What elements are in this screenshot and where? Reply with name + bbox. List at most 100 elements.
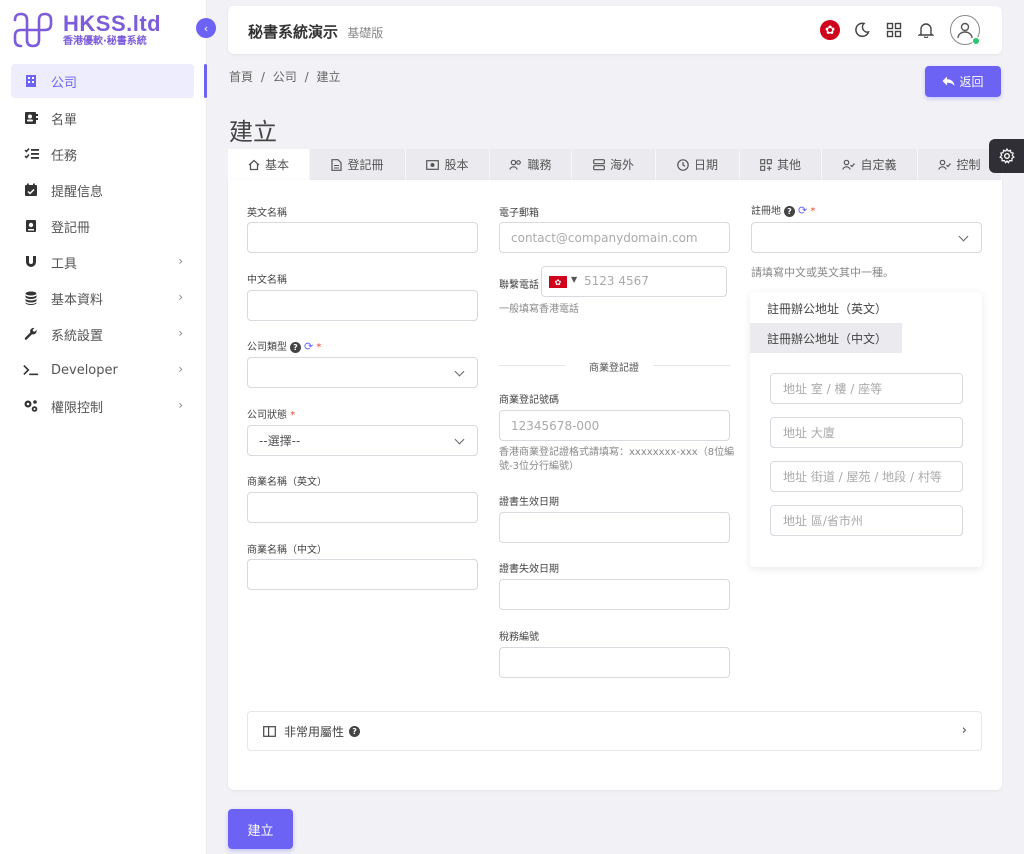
br-hint-line2: 號-3位分行編號） (499, 461, 579, 472)
sidebar-item-register[interactable]: 登記冊 (0, 208, 207, 244)
business-name-en-label: 商業名稱（英文） (247, 477, 327, 488)
business-name-zh-input[interactable] (247, 559, 478, 590)
help-icon[interactable]: ? (290, 341, 301, 353)
reg-hint: 請填寫中文或英文其中一種。 (751, 266, 894, 279)
help-icon[interactable]: ? (349, 725, 361, 737)
tab-label: 日期 (693, 158, 718, 172)
sidebar-item-reminders[interactable]: 提醒信息 (0, 172, 207, 208)
company-type-select[interactable] (247, 357, 478, 388)
sidebar-item-tasks[interactable]: 任務 (0, 136, 207, 172)
sidebar-item-permissions[interactable]: 權限控制 › (0, 388, 207, 424)
chevron-right-icon: › (178, 290, 183, 304)
notifications-button[interactable] (910, 14, 942, 46)
registered-address-panel: 註冊辦公地址（英文） 註冊辦公地址（中文） 地址 室 / 樓 / 座等 地址 大… (750, 292, 982, 567)
br-number-input[interactable]: 12345678-000 (499, 410, 730, 441)
chevron-right-icon: › (178, 254, 183, 268)
chinese-name-label: 中文名稱 (247, 275, 287, 286)
sidebar-item-company[interactable]: 公司 (11, 64, 207, 98)
clock-icon (677, 158, 689, 171)
divider (653, 365, 730, 366)
english-name-input[interactable] (247, 222, 478, 253)
form-tabs: 基本 登記冊 股本 職務 海外 日期 其他 自定義 控制 (228, 149, 1002, 180)
phone-hint: 一般填寫香港電話 (499, 304, 579, 315)
building-icon (23, 73, 39, 89)
panel-icon (263, 725, 276, 737)
addr-street-input[interactable]: 地址 街道 / 屋苑 / 地段 / 村等 (770, 461, 963, 492)
sidebar-item-developer[interactable]: Developer › (0, 352, 207, 388)
sidebar: HKSS.ltd 香港優軟·秘書系統 公司 名單 任務 提醒信息 登記冊 工具 … (0, 0, 207, 854)
apps-grid-button[interactable] (878, 14, 910, 46)
sidebar-item-label: 基本資料 (51, 292, 104, 308)
addr-room-input[interactable]: 地址 室 / 樓 / 座等 (770, 373, 963, 404)
sidebar-item-label: 權限控制 (51, 400, 104, 416)
tab-basic[interactable]: 基本 (228, 149, 310, 180)
tax-number-input[interactable] (499, 647, 730, 678)
language-switch-button[interactable]: ✿ (814, 14, 846, 46)
brand-subtitle: 香港優軟·秘書系統 (63, 35, 147, 47)
tab-register[interactable]: 登記冊 (310, 149, 406, 180)
br-hint-line1: 香港商業登記證格式請填寫：xxxxxxxx-xxx（8位編 (499, 447, 735, 458)
chevron-right-icon: › (961, 723, 967, 738)
create-button[interactable]: 建立 (228, 809, 293, 849)
header-actions: ✿ (814, 14, 980, 46)
business-name-en-input[interactable] (247, 492, 478, 523)
settings-button[interactable] (989, 139, 1024, 173)
document-icon (331, 158, 343, 171)
breadcrumb-separator: / (304, 70, 309, 84)
tab-positions[interactable]: 職務 (490, 149, 572, 180)
addr-tab-english[interactable]: 註冊辦公地址（英文） (750, 293, 902, 323)
database-icon (23, 290, 39, 306)
user-icon (957, 22, 973, 39)
brand-title: HKSS.ltd (63, 10, 162, 36)
addr-district-input[interactable]: 地址 區/省市州 (770, 505, 963, 536)
addr-building-input[interactable]: 地址 大廈 (770, 417, 963, 448)
sidebar-item-label: 工具 (51, 256, 78, 272)
uncommon-properties-toggle[interactable]: 非常用屬性 ? › (247, 711, 982, 751)
refresh-icon[interactable]: ⟳ (304, 340, 313, 353)
chinese-name-input[interactable] (247, 290, 478, 321)
addr-tab-chinese[interactable]: 註冊辦公地址（中文） (750, 323, 902, 353)
register-book-icon (23, 218, 39, 234)
required-mark: * (290, 410, 296, 421)
hk-flag-icon: ✿ (820, 20, 840, 40)
back-button[interactable]: 返回 (925, 66, 1001, 97)
sidebar-item-label: 系統設置 (51, 328, 104, 344)
tab-others[interactable]: 其他 (740, 149, 822, 180)
brand-logo[interactable]: HKSS.ltd 香港優軟·秘書系統 (9, 12, 161, 48)
hk-flag-icon[interactable]: ✿ (549, 276, 567, 288)
sidebar-item-roster[interactable]: 名單 (0, 100, 207, 136)
caret-down-icon[interactable]: ▼ (571, 275, 577, 284)
server-icon (593, 158, 605, 170)
sidebar-item-tools[interactable]: 工具 › (0, 244, 207, 280)
divider (499, 365, 565, 366)
email-label: 電子郵箱 (499, 208, 539, 219)
cert-start-label: 證書生效日期 (499, 497, 559, 508)
breadcrumb-company[interactable]: 公司 (273, 70, 297, 84)
chevron-right-icon: › (178, 326, 183, 340)
cert-start-input[interactable] (499, 512, 730, 543)
tab-dates[interactable]: 日期 (656, 149, 740, 180)
sidebar-collapse-button[interactable]: ‹ (196, 18, 216, 38)
user-avatar[interactable] (950, 15, 980, 45)
tab-custom[interactable]: 自定義 (822, 149, 918, 180)
company-type-label-text: 公司類型 (247, 342, 287, 353)
addr-street-placeholder: 地址 街道 / 屋苑 / 地段 / 村等 (783, 470, 942, 484)
reg-place-select[interactable] (751, 222, 982, 253)
back-arrow-icon (942, 76, 955, 86)
phone-placeholder: 5123 4567 (584, 274, 649, 288)
dark-mode-toggle[interactable] (846, 14, 878, 46)
refresh-icon[interactable]: ⟳ (798, 204, 807, 217)
email-input[interactable]: contact@companydomain.com (499, 222, 730, 253)
breadcrumb-home[interactable]: 首頁 (229, 70, 253, 84)
tab-overseas[interactable]: 海外 (572, 149, 656, 180)
moon-icon (855, 22, 870, 38)
company-status-select[interactable]: --選擇-- (247, 425, 478, 456)
sidebar-item-system-settings[interactable]: 系統設置 › (0, 316, 207, 352)
grid-icon (886, 22, 902, 38)
phone-input[interactable]: ✿ ▼ 5123 4567 (541, 266, 727, 297)
help-icon[interactable]: ? (784, 205, 795, 217)
cert-end-input[interactable] (499, 579, 730, 610)
tab-share-capital[interactable]: 股本 (406, 149, 490, 180)
required-mark: * (810, 206, 816, 217)
sidebar-item-basic-data[interactable]: 基本資料 › (0, 280, 207, 316)
